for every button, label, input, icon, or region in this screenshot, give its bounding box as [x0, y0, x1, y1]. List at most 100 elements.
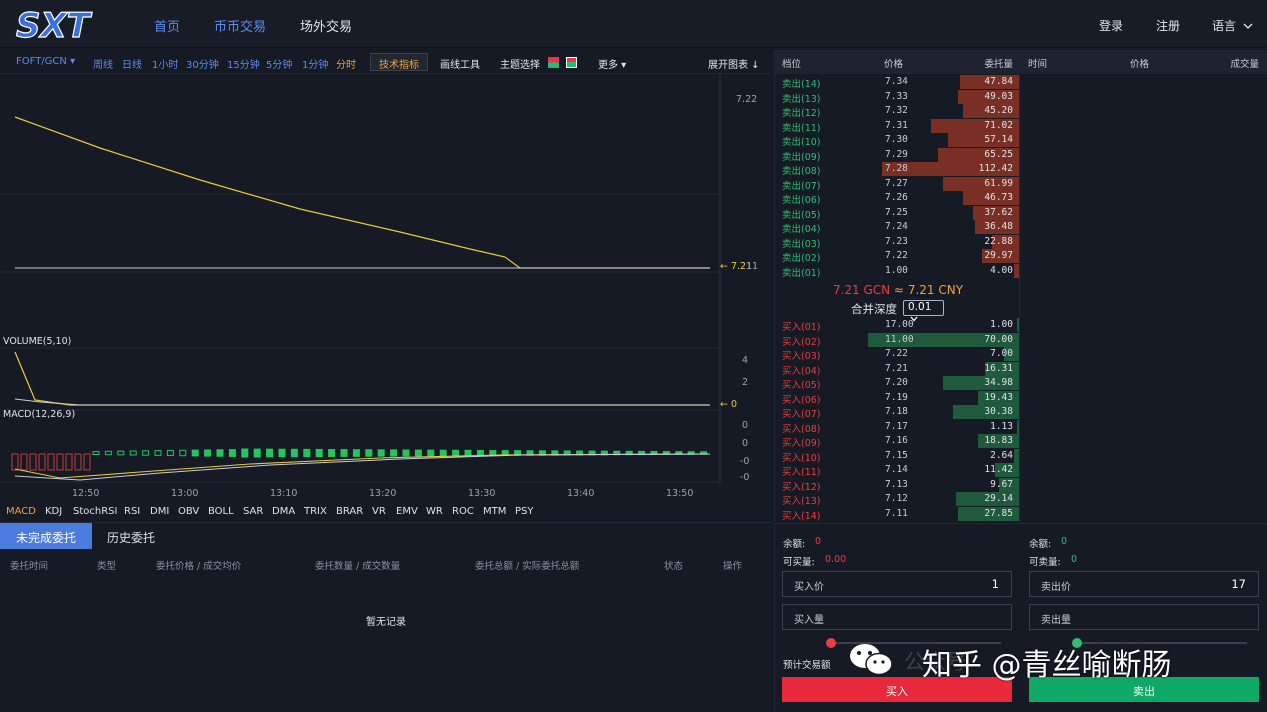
bid-row[interactable]: 买入(11)7.1411.42 — [775, 463, 1019, 478]
tech-indicator-button[interactable]: 技术指标 — [370, 53, 428, 71]
last-price: 7.21 GCN ≈ 7.21 CNY — [775, 283, 1021, 297]
price-axis-suffix: 11 — [746, 261, 758, 272]
buy-slider-handle[interactable] — [826, 638, 836, 648]
level-amount: 16.31 — [984, 363, 1013, 374]
buy-price-input[interactable]: 买入价 1 — [782, 571, 1012, 597]
logo[interactable]: SXT — [14, 4, 112, 44]
approx-sign: ≈ — [894, 283, 904, 297]
bid-row[interactable]: 买入(05)7.2034.98 — [775, 376, 1019, 391]
macd-bar — [180, 450, 186, 455]
sell-amount-input[interactable]: 卖出量 — [1029, 604, 1259, 630]
indicator-emv[interactable]: EMV — [396, 506, 418, 517]
draw-tools-button[interactable]: 画线工具 — [440, 56, 480, 71]
buy-amount-input[interactable]: 买入量 — [782, 604, 1012, 630]
ask-row[interactable]: 卖出(14)7.3447.84 — [775, 75, 1019, 90]
language-menu[interactable]: 语言 — [1212, 17, 1253, 34]
nav-home[interactable]: 首页 — [154, 16, 180, 35]
bid-row[interactable]: 买入(04)7.2116.31 — [775, 362, 1019, 377]
period-5m[interactable]: 5分钟 — [266, 56, 292, 71]
indicator-mtm[interactable]: MTM — [483, 506, 506, 517]
level-price: 7.24 — [885, 221, 908, 232]
buy-available-label: 可买量: — [783, 554, 815, 568]
theme-light-swatch[interactable] — [566, 57, 577, 68]
ask-row[interactable]: 卖出(11)7.3171.02 — [775, 119, 1019, 134]
merge-depth-select[interactable]: 0.01 — [903, 300, 944, 316]
ask-row[interactable]: 卖出(05)7.2537.62 — [775, 206, 1019, 221]
indicator-boll[interactable]: BOLL — [208, 506, 234, 517]
login-link[interactable]: 登录 — [1099, 17, 1123, 34]
register-link[interactable]: 注册 — [1156, 17, 1180, 34]
time-tick: 13:30 — [468, 488, 495, 499]
period-1h[interactable]: 1小时 — [152, 56, 178, 71]
tab-open-orders[interactable]: 未完成委托 — [0, 523, 92, 549]
indicator-stochrsi[interactable]: StochRSI — [73, 506, 117, 517]
indicator-macd[interactable]: MACD — [6, 506, 36, 517]
theme-dark-swatch[interactable] — [548, 57, 559, 68]
ask-row[interactable]: 卖出(12)7.3245.20 — [775, 104, 1019, 119]
indicator-dma[interactable]: DMA — [272, 506, 295, 517]
indicator-bar: MACD KDJ StochRSI RSI DMI OBV BOLL SAR D… — [0, 503, 770, 521]
bid-row[interactable]: 买入(09)7.1618.83 — [775, 434, 1019, 449]
top-nav: SXT 首页 币币交易 场外交易 登录 注册 语言 — [0, 0, 1267, 48]
level-amount: 9.67 — [990, 479, 1013, 490]
depth-bar — [1017, 318, 1019, 332]
macd-bar — [66, 454, 72, 470]
indicator-vr[interactable]: VR — [372, 506, 386, 517]
price-chart[interactable]: 7.22 ← 7.21 11 VOLUME(5,10) 4 2 ← 0 MACD… — [0, 74, 770, 502]
pair-selector[interactable]: FOFT/GCN ▾ — [16, 56, 75, 67]
order-book-header: 档位 价格 委托量 — [775, 50, 1021, 74]
ask-row[interactable]: 卖出(02)7.2229.97 — [775, 249, 1019, 264]
indicator-obv[interactable]: OBV — [178, 506, 199, 517]
period-daily[interactable]: 日线 — [122, 56, 142, 71]
theme-select[interactable]: 主题选择 — [500, 56, 540, 71]
bid-row[interactable]: 买入(07)7.1830.38 — [775, 405, 1019, 420]
ask-row[interactable]: 卖出(08)7.28112.42 — [775, 162, 1019, 177]
bid-row[interactable]: 买入(03)7.227.00 — [775, 347, 1019, 362]
indicator-dmi[interactable]: DMI — [150, 506, 169, 517]
bid-row[interactable]: 买入(06)7.1919.43 — [775, 391, 1019, 406]
bid-row[interactable]: 买入(02)11.0070.00 — [775, 333, 1019, 348]
period-weekly[interactable]: 周线 — [93, 56, 113, 71]
level-price: 11.00 — [885, 334, 914, 345]
level-label: 买入(07) — [782, 406, 821, 420]
bid-row[interactable]: 买入(08)7.171.13 — [775, 420, 1019, 435]
indicator-sar[interactable]: SAR — [243, 506, 263, 517]
bid-row[interactable]: 买入(12)7.139.67 — [775, 478, 1019, 493]
tab-order-history[interactable]: 历史委托 — [91, 523, 171, 549]
more-menu[interactable]: 更多 ▾ — [598, 56, 626, 71]
indicator-roc[interactable]: ROC — [452, 506, 474, 517]
nav-otc-trading[interactable]: 场外交易 — [300, 16, 352, 35]
sell-price-input[interactable]: 卖出价 17 — [1029, 571, 1259, 597]
ask-row[interactable]: 卖出(04)7.2436.48 — [775, 220, 1019, 235]
ask-row[interactable]: 卖出(10)7.3057.14 — [775, 133, 1019, 148]
indicator-psy[interactable]: PSY — [515, 506, 534, 517]
indicator-brar[interactable]: BRAR — [336, 506, 363, 517]
macd-bar — [242, 449, 248, 457]
period-30m[interactable]: 30分钟 — [186, 56, 219, 71]
bid-row[interactable]: 买入(10)7.152.64 — [775, 449, 1019, 464]
ask-row[interactable]: 卖出(07)7.2761.99 — [775, 177, 1019, 192]
period-1m[interactable]: 1分钟 — [302, 56, 328, 71]
ask-row[interactable]: 卖出(06)7.2646.73 — [775, 191, 1019, 206]
nav-spot-trading[interactable]: 币币交易 — [214, 16, 266, 35]
indicator-kdj[interactable]: KDJ — [45, 506, 62, 517]
level-price: 7.13 — [885, 479, 908, 490]
bid-row[interactable]: 买入(14)7.1127.85 — [775, 507, 1019, 522]
ask-row[interactable]: 卖出(13)7.3349.03 — [775, 90, 1019, 105]
indicator-wr[interactable]: WR — [426, 506, 443, 517]
expand-chart-button[interactable]: 展开图表 ↓ — [708, 56, 760, 71]
indicator-trix[interactable]: TRIX — [304, 506, 327, 517]
ask-row[interactable]: 卖出(09)7.2965.25 — [775, 148, 1019, 163]
bid-row[interactable]: 买入(13)7.1229.14 — [775, 492, 1019, 507]
bid-row[interactable]: 买入(01)17.001.00 — [775, 318, 1019, 333]
level-label: 卖出(09) — [782, 149, 821, 163]
level-amount: 37.62 — [984, 207, 1013, 218]
indicator-rsi[interactable]: RSI — [124, 506, 140, 517]
ask-row[interactable]: 卖出(03)7.2322.88 — [775, 235, 1019, 250]
ask-row[interactable]: 卖出(01)1.004.00 — [775, 264, 1019, 279]
level-label: 买入(02) — [782, 334, 821, 348]
period-15m[interactable]: 15分钟 — [227, 56, 260, 71]
macd-bar — [75, 454, 81, 470]
buy-balance-value: 0 — [815, 536, 821, 547]
period-timeline[interactable]: 分时 — [336, 56, 356, 71]
